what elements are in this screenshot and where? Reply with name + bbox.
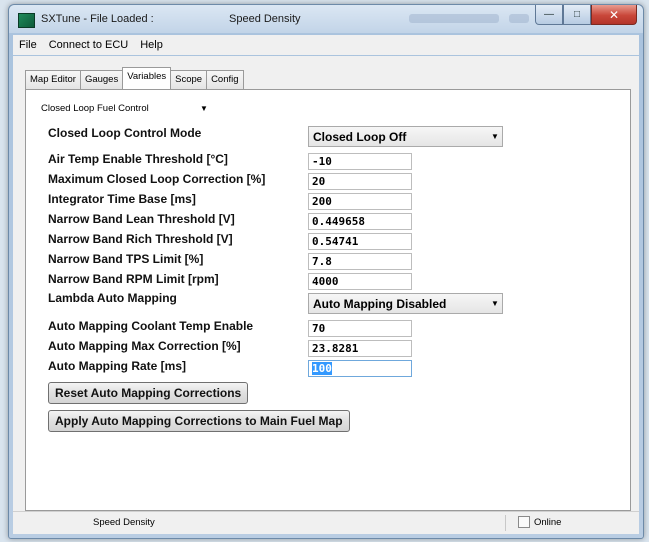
status-bar: Speed Density Online: [13, 511, 639, 534]
closed-loop-mode-value: Closed Loop Off: [313, 129, 407, 144]
title-blur: [509, 14, 529, 23]
max-correction-field[interactable]: 20: [308, 173, 412, 190]
status-mode: Speed Density: [93, 517, 155, 528]
app-icon: [18, 13, 35, 28]
lean-threshold-field[interactable]: 0.449658: [308, 213, 412, 230]
close-button[interactable]: ✕: [591, 5, 637, 25]
maximize-button[interactable]: □: [563, 5, 591, 25]
coolant-enable-field[interactable]: 70: [308, 320, 412, 337]
category-select[interactable]: Closed Loop Fuel Control ▼: [36, 100, 212, 117]
air-temp-label: Air Temp Enable Threshold [°C]: [48, 152, 228, 166]
tab-variables[interactable]: Variables: [122, 67, 172, 89]
window-title-mode: Speed Density: [229, 13, 301, 25]
tab-strip: Map Editor Gauges Variables Scope Config: [25, 67, 244, 89]
coolant-enable-label: Auto Mapping Coolant Temp Enable: [48, 319, 254, 333]
mapping-rate-selection: 100: [312, 362, 332, 375]
menu-file[interactable]: File: [13, 39, 43, 51]
mapping-max-correction-label: Auto Mapping Max Correction [%]: [48, 339, 241, 353]
tab-scope[interactable]: Scope: [170, 70, 208, 89]
tab-gauges[interactable]: Gauges: [79, 70, 124, 89]
minimize-button[interactable]: —: [535, 5, 563, 25]
menu-connect-to-ecu[interactable]: Connect to ECU: [43, 39, 134, 51]
tab-map-editor[interactable]: Map Editor: [25, 70, 81, 89]
variables-panel: Closed Loop Fuel Control ▼ Closed Loop C…: [25, 89, 631, 511]
menu-help[interactable]: Help: [134, 39, 169, 51]
air-temp-field[interactable]: -10: [308, 153, 412, 170]
title-bar: SXTune - File Loaded : Speed Density — □…: [9, 5, 643, 33]
checkbox-icon: [518, 516, 530, 528]
chevron-down-icon: ▼: [200, 104, 208, 113]
chevron-down-icon: ▼: [491, 299, 499, 308]
tab-config[interactable]: Config: [206, 70, 244, 89]
menu-bar: File Connect to ECU Help: [13, 35, 639, 55]
window-title: SXTune - File Loaded :: [41, 13, 154, 25]
apply-auto-mapping-button[interactable]: Apply Auto Mapping Corrections to Main F…: [48, 410, 350, 432]
mapping-max-correction-field[interactable]: 23.8281: [308, 340, 412, 357]
lean-threshold-label: Narrow Band Lean Threshold [V]: [48, 212, 235, 226]
rpm-limit-label: Narrow Band RPM Limit [rpm]: [48, 272, 219, 286]
status-divider: [505, 515, 506, 531]
lambda-mapping-value: Auto Mapping Disabled: [313, 296, 447, 311]
mapping-rate-field[interactable]: 100: [308, 360, 412, 377]
reset-auto-mapping-button[interactable]: Reset Auto Mapping Corrections: [48, 382, 249, 404]
mapping-rate-label: Auto Mapping Rate [ms]: [48, 359, 186, 373]
title-blur: [409, 14, 499, 23]
tps-limit-label: Narrow Band TPS Limit [%]: [48, 252, 204, 266]
lambda-mapping-select[interactable]: Auto Mapping Disabled ▼: [308, 293, 503, 314]
lambda-mapping-label: Lambda Auto Mapping: [48, 291, 177, 305]
tps-limit-field[interactable]: 7.8: [308, 253, 412, 270]
integrator-field[interactable]: 200: [308, 193, 412, 210]
online-label: Online: [534, 516, 562, 528]
category-select-value: Closed Loop Fuel Control: [41, 103, 149, 114]
integrator-label: Integrator Time Base [ms]: [48, 192, 196, 206]
client-area: Map Editor Gauges Variables Scope Config…: [13, 56, 639, 534]
caption-buttons: — □ ✕: [535, 5, 637, 25]
closed-loop-mode-label: Closed Loop Control Mode: [48, 126, 202, 140]
closed-loop-mode-select[interactable]: Closed Loop Off ▼: [308, 126, 503, 147]
chevron-down-icon: ▼: [491, 132, 499, 141]
rich-threshold-label: Narrow Band Rich Threshold [V]: [48, 232, 233, 246]
rich-threshold-field[interactable]: 0.54741: [308, 233, 412, 250]
app-window: SXTune - File Loaded : Speed Density — □…: [8, 4, 644, 539]
online-checkbox[interactable]: Online: [518, 516, 561, 528]
max-correction-label: Maximum Closed Loop Correction [%]: [48, 172, 266, 186]
rpm-limit-field[interactable]: 4000: [308, 273, 412, 290]
